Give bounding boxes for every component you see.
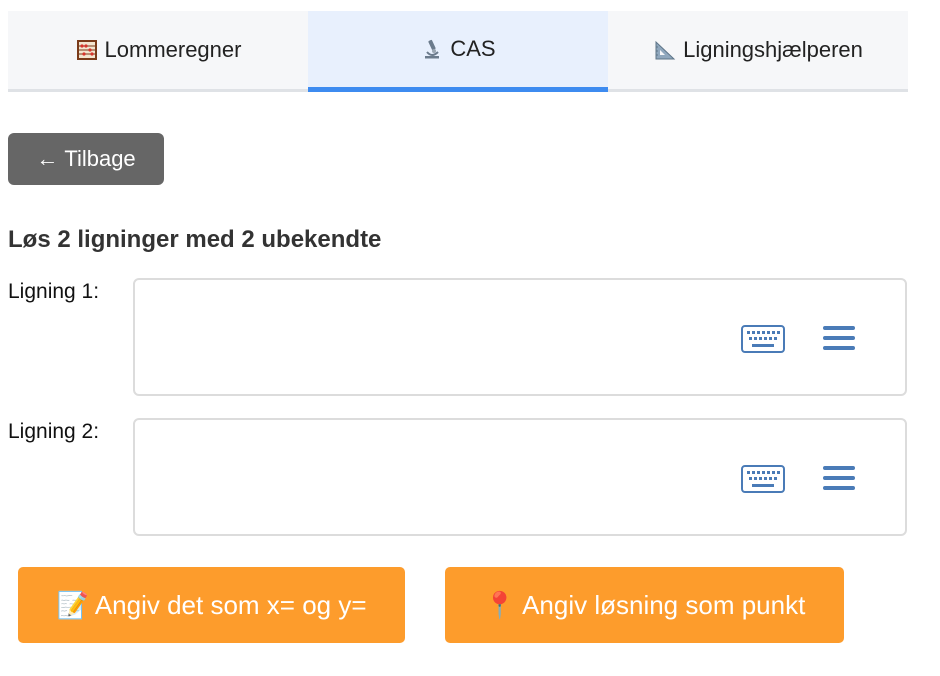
tab-label: Ligningshjælperen	[683, 37, 863, 62]
page-title: Løs 2 ligninger med 2 ubekendte	[8, 226, 382, 253]
back-button-label: Tilbage	[64, 146, 136, 171]
enter-as-x-y-button[interactable]: 📝 Angiv det som x= og y=	[18, 567, 405, 643]
memo-icon: 📝	[56, 589, 89, 620]
action-button-label: Angiv løsning som punkt	[522, 589, 806, 620]
microscope-icon	[420, 37, 444, 61]
arrow-left-icon: ←	[36, 146, 59, 171]
equation-2-label: Ligning 2:	[8, 420, 100, 443]
menu-icon[interactable]	[823, 324, 855, 357]
tab-cas[interactable]: CAS	[308, 11, 608, 92]
equation-1-label: Ligning 1:	[8, 280, 100, 303]
tab-label: Lommeregner	[104, 37, 242, 62]
action-button-label: Angiv det som x= og y=	[94, 589, 367, 620]
back-button[interactable]: ← Tilbage	[8, 133, 164, 185]
equation-2-input[interactable]	[133, 418, 907, 536]
enter-as-point-button[interactable]: 📍 Angiv løsning som punkt	[445, 567, 844, 643]
tab-ligningshjaelperen[interactable]: Ligningshjælperen	[608, 11, 908, 89]
menu-icon[interactable]	[823, 464, 855, 497]
abacus-icon	[75, 38, 99, 62]
tab-bar: Lommeregner CAS Ligningshjælperen	[8, 11, 908, 92]
pin-icon: 📍	[483, 589, 517, 620]
tab-lommeregner[interactable]: Lommeregner	[8, 11, 308, 89]
triangle-ruler-icon	[653, 38, 677, 62]
keyboard-icon[interactable]	[741, 465, 785, 498]
keyboard-icon[interactable]	[741, 325, 785, 358]
equation-1-input[interactable]	[133, 278, 907, 396]
tab-label: CAS	[450, 36, 496, 61]
